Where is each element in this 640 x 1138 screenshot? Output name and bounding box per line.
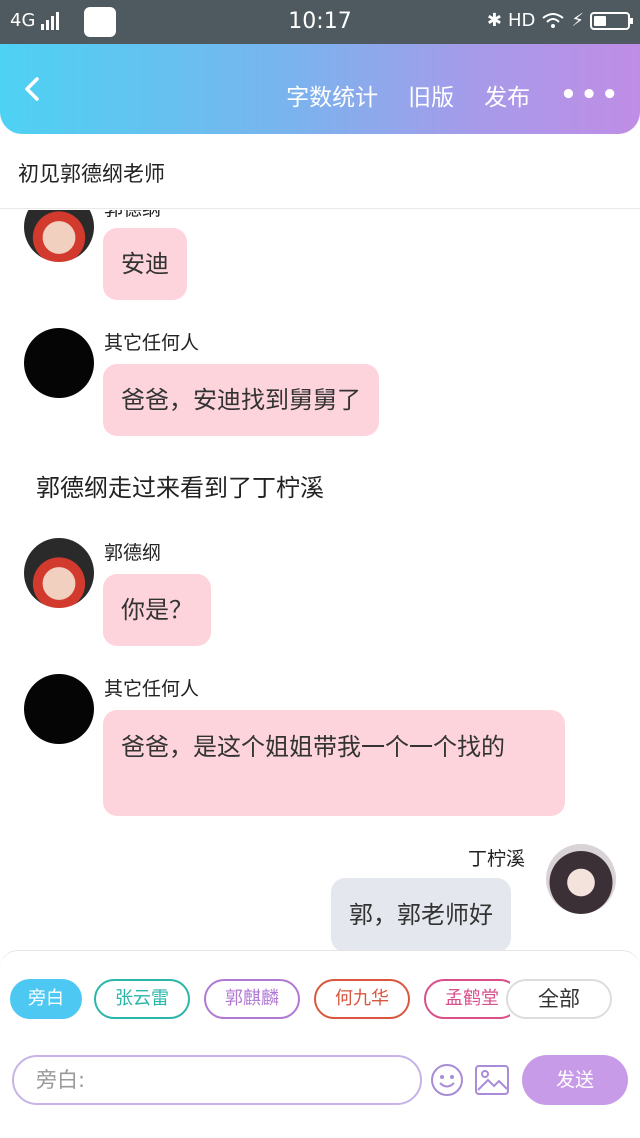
message-input[interactable]: 旁白: [12, 1055, 422, 1105]
nav-actions: 字数统计 旧版 发布 ••• [286, 78, 622, 112]
chevron-left-icon [25, 77, 39, 101]
status-icons: ✱ HD ⚡ [486, 10, 633, 31]
bluetooth-icon: ✱ [486, 10, 502, 31]
speaker-name: 郭德纲 [104, 542, 162, 564]
role-selector: 旁白 张云雷 郭麒麟 何九华 孟鹤堂 [10, 979, 510, 1019]
chat-area[interactable]: 郭德纲 安迪 其它任何人 爸爸，安迪找到舅舅了 郭德纲走过来看到了丁柠溪 郭德纲… [0, 210, 640, 950]
word-count-button[interactable]: 字数统计 [286, 78, 378, 112]
message-bubble[interactable]: 爸爸，安迪找到舅舅了 [103, 364, 379, 436]
message-bubble[interactable]: 你是？ [103, 574, 211, 646]
navigation-bar: 字数统计 旧版 发布 ••• [0, 44, 640, 134]
more-options-icon[interactable]: ••• [560, 80, 622, 110]
all-roles-button[interactable]: 全部 [506, 979, 612, 1019]
emoji-icon[interactable] [430, 1063, 464, 1097]
speaker-name: 其它任何人 [104, 678, 200, 700]
avatar-guo-degang[interactable] [24, 538, 94, 608]
wifi-icon [542, 12, 564, 28]
composer-panel: 旁白 张云雷 郭麒麟 何九华 孟鹤堂 全部 旁白: 发送 [0, 950, 640, 1138]
old-version-button[interactable]: 旧版 [408, 78, 454, 112]
avatar-ding-ningxi[interactable] [546, 844, 616, 914]
message-bubble[interactable]: 安迪 [103, 228, 187, 300]
back-button[interactable] [18, 74, 48, 104]
role-chip[interactable]: 郭麒麟 [204, 979, 300, 1019]
avatar-other[interactable] [24, 328, 94, 398]
speaker-name: 其它任何人 [104, 332, 200, 354]
send-button[interactable]: 发送 [522, 1055, 628, 1105]
hd-label: HD [507, 10, 536, 31]
role-chip[interactable]: 何九华 [314, 979, 410, 1019]
narration-line[interactable]: 郭德纲走过来看到了丁柠溪 [36, 468, 324, 503]
publish-button[interactable]: 发布 [484, 78, 530, 112]
speaker-name: 丁柠溪 [468, 848, 526, 870]
role-chip-narration[interactable]: 旁白 [10, 979, 82, 1019]
document-title[interactable]: 初见郭德纲老师 [18, 158, 165, 188]
title-divider [0, 208, 640, 209]
battery-icon [590, 11, 633, 30]
role-chip[interactable]: 孟鹤堂 [424, 979, 510, 1019]
avatar-other[interactable] [24, 674, 94, 744]
avatar-guo-degang[interactable] [24, 210, 94, 262]
message-bubble-self[interactable]: 郭，郭老师好 [331, 878, 511, 950]
image-icon[interactable] [474, 1064, 510, 1096]
message-bubble[interactable]: 爸爸，是这个姐姐带我一个一个找的 [103, 710, 565, 816]
charging-icon: ⚡ [571, 10, 584, 31]
role-chip[interactable]: 张云雷 [94, 979, 190, 1019]
status-bar: 4G 10:17 ✱ HD ⚡ [0, 0, 640, 44]
speaker-name-partial: 郭德纲 [104, 210, 161, 221]
